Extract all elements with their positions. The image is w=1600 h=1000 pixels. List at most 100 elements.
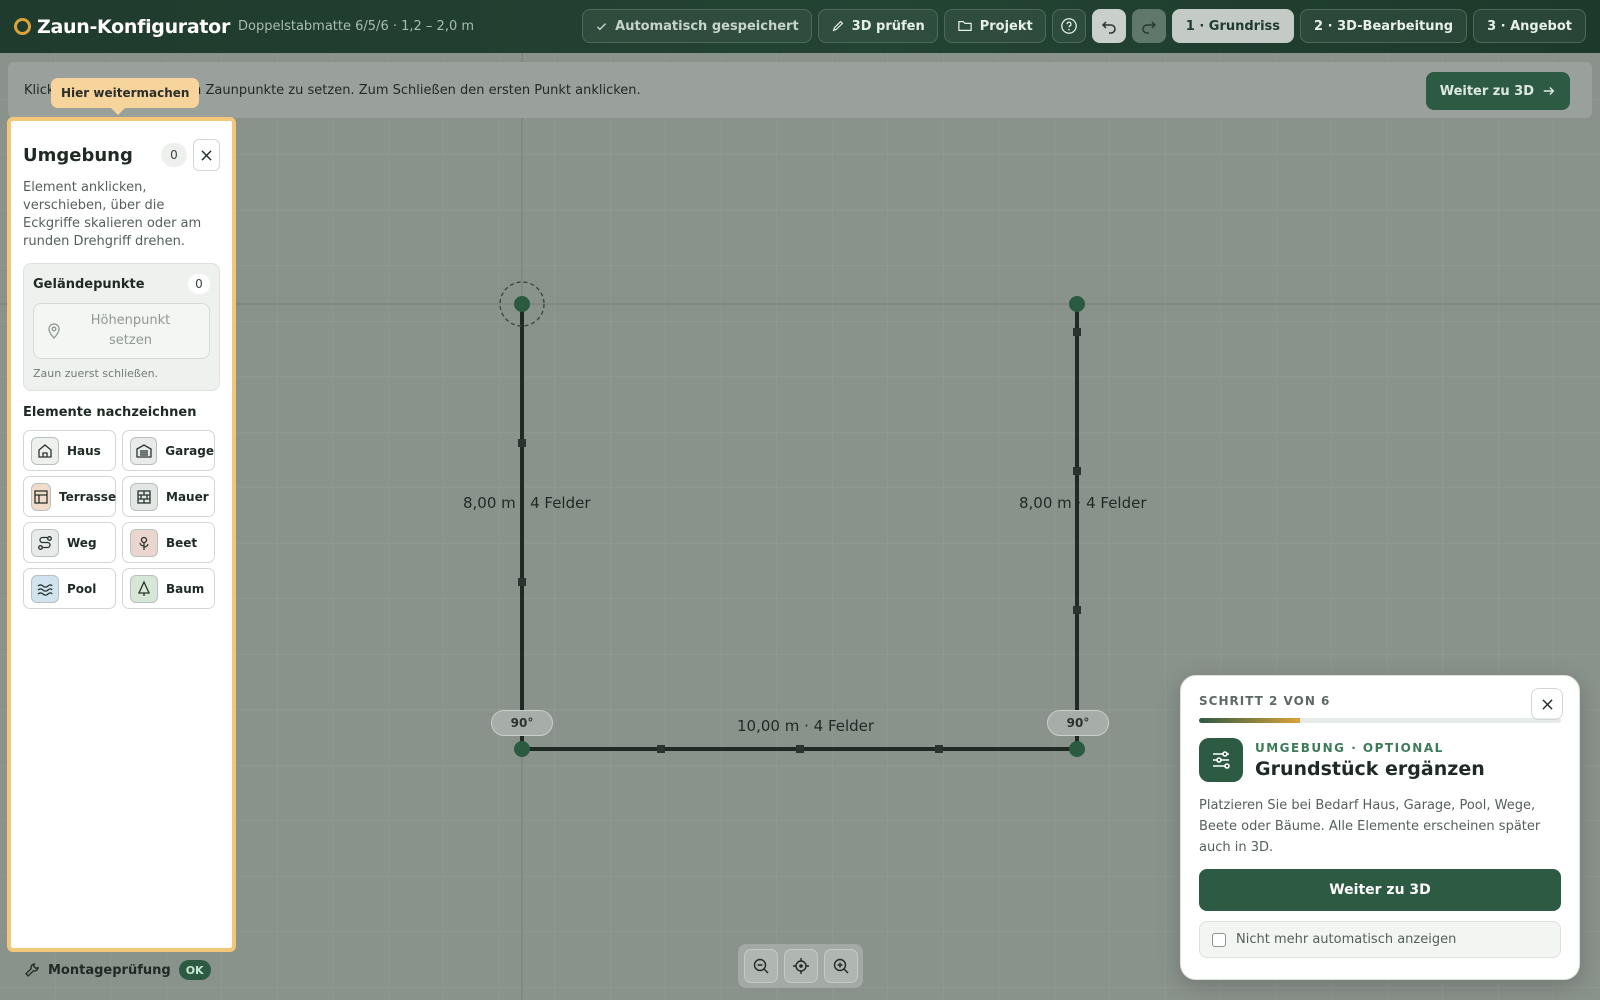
segment-label-bottom: 10,00 m · 4 Felder <box>737 717 875 735</box>
fence-point-bottom-left[interactable] <box>514 741 530 757</box>
tree-icon <box>130 574 158 603</box>
undo-button[interactable] <box>1091 9 1126 43</box>
close-icon <box>201 149 212 161</box>
element-label: Garage <box>165 443 214 458</box>
card-close-button[interactable] <box>1531 688 1563 720</box>
continue-here-tooltip: Hier weitermachen <box>51 78 200 115</box>
arrow-right-icon <box>1543 87 1555 95</box>
segment-label-right: 8,00 m · 4 Felder <box>1019 494 1147 512</box>
fence-point-top-right[interactable] <box>1069 296 1085 312</box>
logo-icon <box>14 18 31 35</box>
step-indicator: SCHRITT 2 VON 6 <box>1199 694 1331 708</box>
zoom-out-icon <box>753 958 768 974</box>
project-label: Projekt <box>979 18 1033 34</box>
element-button-terrasse[interactable]: Terrasse <box>23 476 116 517</box>
status-badge: OK <box>178 960 211 980</box>
house-icon <box>31 436 59 465</box>
dont-show-again-label: Nicht mehr automatisch anzeigen <box>1236 932 1457 947</box>
zoom-in-button[interactable] <box>823 949 858 983</box>
fence-post[interactable] <box>518 439 526 447</box>
project-button[interactable]: Projekt <box>943 9 1046 43</box>
element-button-baum[interactable]: Baum <box>122 568 215 609</box>
zoom-in-icon <box>833 958 848 974</box>
fence-post[interactable] <box>518 578 526 586</box>
autosave-label: Automatisch gespeichert <box>615 18 799 34</box>
environment-panel: Umgebung 0 Element anklicken, verschiebe… <box>7 117 236 952</box>
tab-step-3d-bearbeitung[interactable]: 2 · 3D-Bearbeitung <box>1300 9 1468 43</box>
wrench-icon <box>25 963 39 977</box>
terrace-icon <box>31 482 51 511</box>
element-label: Haus <box>67 443 101 458</box>
panel-close-button[interactable] <box>193 139 220 171</box>
element-button-mauer[interactable]: Mauer <box>122 476 215 517</box>
fence-post[interactable] <box>935 745 943 753</box>
pencil-icon <box>832 20 843 32</box>
terrain-count-badge: 0 <box>188 274 210 294</box>
segment-label-left: 8,00 m · 4 Felder <box>463 494 591 512</box>
zoom-controls <box>738 944 863 988</box>
zoom-out-button[interactable] <box>743 949 778 983</box>
pool-icon <box>31 574 59 603</box>
set-height-point-button[interactable]: Höhenpunkt setzen <box>33 303 210 359</box>
autosave-status: Automatisch gespeichert <box>582 9 812 43</box>
element-label: Mauer <box>166 489 209 504</box>
flowerbed-icon <box>130 528 158 557</box>
undo-icon <box>1101 21 1116 34</box>
assembly-check-label: Montageprüfung <box>48 962 171 978</box>
fence-point-start[interactable] <box>514 296 530 312</box>
terrain-title: Geländepunkte <box>33 276 145 292</box>
card-heading-group: UMGEBUNG · OPTIONAL Grundstück ergänzen <box>1255 741 1485 780</box>
element-button-pool[interactable]: Pool <box>23 568 116 609</box>
element-button-haus[interactable]: Haus <box>23 430 116 471</box>
check-3d-button[interactable]: 3D prüfen <box>817 9 938 43</box>
instruction-text-end: um Zaunpunkte zu setzen. Zum Schließen d… <box>180 82 641 98</box>
angle-badge-left: 90° <box>491 710 553 736</box>
center-view-button[interactable] <box>783 949 818 983</box>
fence-post[interactable] <box>1073 606 1081 614</box>
element-count-badge: 0 <box>161 143 187 167</box>
onboarding-step-card: SCHRITT 2 VON 6 UMGEBUNG · OPTIONAL Grun… <box>1180 675 1580 980</box>
sliders-icon <box>1199 738 1243 782</box>
set-height-point-line1: Höhenpunkt <box>90 313 171 328</box>
elements-section-title: Elemente nachzeichnen <box>23 405 197 420</box>
next-to-3d-button[interactable]: Weiter zu 3D <box>1199 869 1561 911</box>
tab-step-grundriss[interactable]: 1 · Grundriss <box>1171 9 1295 43</box>
next-to-3d-top-label: Weiter zu 3D <box>1439 83 1534 99</box>
app-subtitle: Doppelstabmatte 6/5/6 · 1,2 – 2,0 m <box>238 19 475 34</box>
set-height-point-label: Höhenpunkt setzen <box>62 311 209 351</box>
element-label: Beet <box>166 535 198 550</box>
fence-point-bottom-right[interactable] <box>1069 741 1085 757</box>
top-bar: Zaun-Konfigurator Doppelstabmatte 6/5/6 … <box>0 0 1600 53</box>
fence-post[interactable] <box>796 745 804 753</box>
element-button-weg[interactable]: Weg <box>23 522 116 563</box>
app-title: Zaun-Konfigurator <box>37 15 231 38</box>
crosshair-icon <box>792 958 809 974</box>
instruction-bar: Klick um Zaunpunkte zu setzen. Zum Schlie… <box>8 62 1592 118</box>
folder-icon <box>957 21 972 31</box>
card-body: Platzieren Sie bei Bedarf Haus, Garage, … <box>1199 798 1541 855</box>
dont-show-again-checkbox[interactable] <box>1212 932 1226 947</box>
redo-icon <box>1142 21 1156 34</box>
fence-post[interactable] <box>1073 467 1081 475</box>
next-to-3d-top-button[interactable]: Weiter zu 3D <box>1425 72 1570 110</box>
path-icon <box>31 528 59 557</box>
assembly-check[interactable]: Montageprüfung OK <box>12 952 222 988</box>
dont-show-again-option[interactable]: Nicht mehr automatisch anzeigen <box>1199 921 1561 958</box>
element-button-garage[interactable]: Garage <box>122 430 215 471</box>
help-button[interactable] <box>1051 9 1086 43</box>
element-label: Baum <box>166 581 205 596</box>
fence-post[interactable] <box>657 745 665 753</box>
element-button-beet[interactable]: Beet <box>122 522 215 563</box>
instruction-text-start: Klick <box>24 82 55 98</box>
card-title: Grundstück ergänzen <box>1255 757 1485 780</box>
set-height-point-line2: setzen <box>109 333 152 348</box>
wall-icon <box>130 482 158 511</box>
check-3d-label: 3D prüfen <box>851 18 925 34</box>
map-pin-icon <box>48 323 60 339</box>
terrain-points-section: Geländepunkte 0 Höhenpunkt setzen Zaun zu… <box>23 263 220 391</box>
terrain-note: Zaun zuerst schließen. <box>33 367 159 380</box>
terrain-header: Geländepunkte 0 <box>33 274 210 294</box>
tab-step-angebot[interactable]: 3 · Angebot <box>1473 9 1586 43</box>
fence-post[interactable] <box>1073 328 1081 336</box>
redo-button[interactable] <box>1131 9 1166 43</box>
